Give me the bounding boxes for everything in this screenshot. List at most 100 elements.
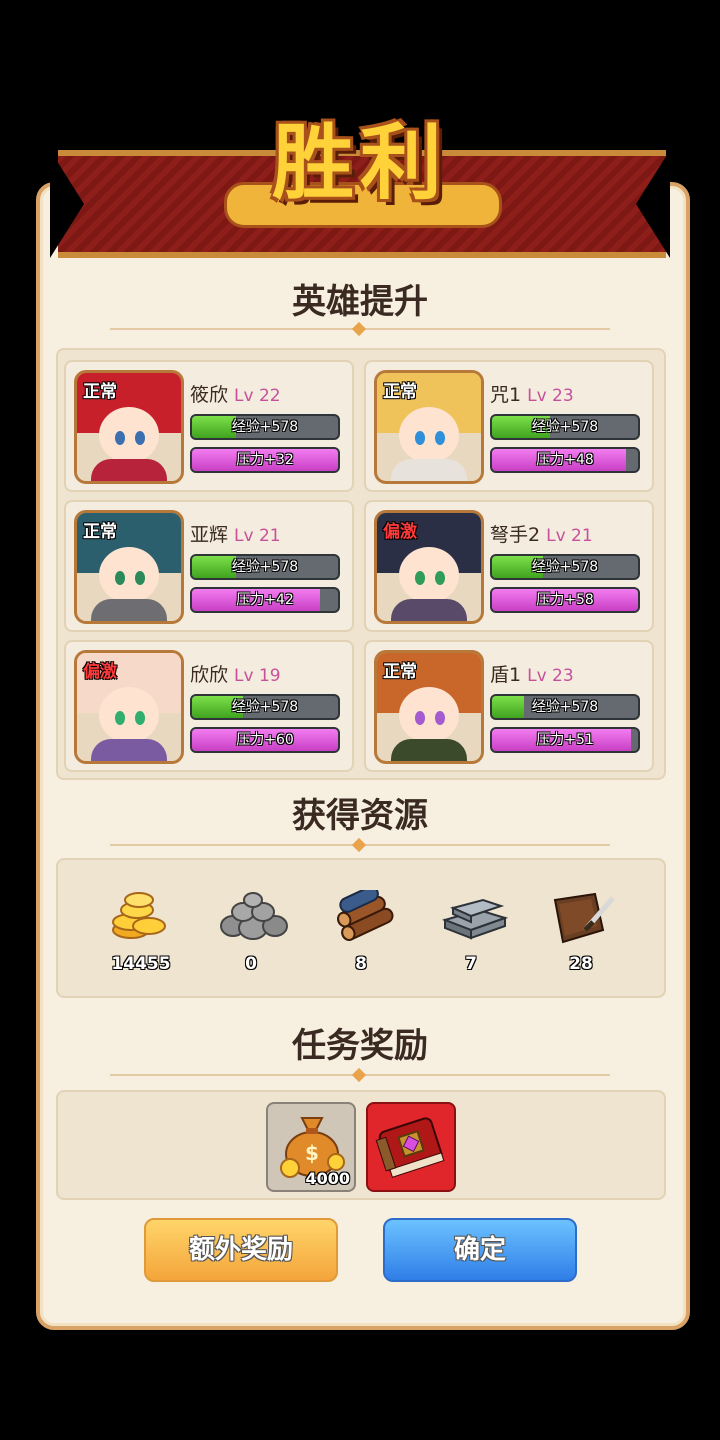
wood-icon — [329, 885, 394, 944]
hero-body — [391, 459, 467, 481]
red-book-icon — [374, 1110, 448, 1188]
hero-name: 欣欣 — [190, 664, 229, 686]
exp-bar: 经验+578 — [190, 414, 340, 440]
hero-name: 弩手2 — [490, 524, 541, 546]
reward-red-book[interactable] — [366, 1102, 456, 1192]
resource-stone: 0 — [196, 890, 306, 974]
resource-leather: 28 — [526, 890, 636, 974]
hero-list-box: 正常 筱欣 Lv 22 经验+578 压力+32 正常 咒1 Lv 23 经验+… — [56, 348, 666, 780]
hero-face — [99, 547, 159, 603]
hero-status-tag: 偏激 — [83, 662, 117, 682]
exp-bar-label: 经验+578 — [231, 419, 299, 435]
exp-bar-label: 经验+578 — [231, 559, 299, 575]
stress-bar: 压力+60 — [190, 727, 340, 753]
resources-box: 14455 0 8 7 28 — [56, 858, 666, 998]
hero-card[interactable]: 正常 筱欣 Lv 22 经验+578 压力+32 — [64, 360, 354, 492]
resource-wood: 8 — [306, 885, 416, 974]
hero-status-tag: 正常 — [83, 522, 117, 542]
iron-ingot-icon — [439, 890, 509, 944]
hero-name-line: 欣欣 Lv 19 — [190, 660, 281, 687]
hero-name: 咒1 — [490, 384, 522, 406]
stone-icon — [219, 890, 288, 944]
quest-rewards-box: $ 4000 — [56, 1090, 666, 1200]
section-title-quest-rewards: 任务奖励 — [292, 1026, 428, 1066]
stress-bar-label: 压力+60 — [236, 732, 294, 748]
hero-body — [391, 739, 467, 761]
exp-bar: 经验+578 — [490, 694, 640, 720]
hero-card[interactable]: 正常 亚辉 Lv 21 经验+578 压力+42 — [64, 500, 354, 632]
hero-eye — [415, 711, 425, 725]
exp-bar-label: 经验+578 — [531, 559, 599, 575]
svg-text:$: $ — [305, 1141, 319, 1165]
hero-name: 盾1 — [490, 664, 522, 686]
hero-eye — [415, 431, 425, 445]
hero-face — [399, 547, 459, 603]
hero-eye — [135, 711, 145, 725]
hero-level: Lv 23 — [527, 386, 574, 406]
stress-bar-label: 压力+51 — [536, 732, 594, 748]
hero-status-tag: 正常 — [83, 382, 117, 402]
hero-level: Lv 23 — [527, 666, 574, 686]
resource-value: 14455 — [111, 954, 171, 974]
exp-bar-label: 经验+578 — [231, 699, 299, 715]
hero-card[interactable]: 正常 咒1 Lv 23 经验+578 压力+48 — [364, 360, 654, 492]
victory-title: 胜利 — [271, 115, 448, 211]
hero-face — [99, 687, 159, 743]
reward-money-bag[interactable]: $ 4000 — [266, 1102, 356, 1192]
hero-eye — [435, 571, 445, 585]
hero-face — [99, 407, 159, 463]
hero-body — [91, 459, 167, 481]
hero-eye — [435, 431, 445, 445]
hero-eye — [115, 711, 125, 725]
resource-iron: 7 — [416, 890, 526, 974]
stress-bar-label: 压力+48 — [536, 452, 594, 468]
hero-card[interactable]: 偏激 欣欣 Lv 19 经验+578 压力+60 — [64, 640, 354, 772]
ribbon-tail-right — [636, 150, 670, 258]
hero-card[interactable]: 正常 盾1 Lv 23 经验+578 压力+51 — [364, 640, 654, 772]
hero-eye — [435, 711, 445, 725]
hero-level: Lv 22 — [234, 386, 281, 406]
hero-name-line: 弩手2 Lv 21 — [490, 520, 593, 547]
hero-portrait[interactable]: 正常 — [374, 650, 484, 764]
exp-bar-label: 经验+578 — [531, 699, 599, 715]
hero-portrait[interactable]: 正常 — [74, 510, 184, 624]
resource-value: 7 — [465, 954, 477, 974]
exp-bar: 经验+578 — [190, 694, 340, 720]
hero-eye — [415, 571, 425, 585]
stress-bar-label: 压力+58 — [536, 592, 594, 608]
hero-name-line: 盾1 Lv 23 — [490, 660, 574, 687]
hero-eye — [135, 431, 145, 445]
confirm-button[interactable]: 确定 — [383, 1218, 577, 1282]
hero-level: Lv 21 — [546, 526, 593, 546]
exp-bar: 经验+578 — [490, 554, 640, 580]
stress-bar: 压力+48 — [490, 447, 640, 473]
hero-body — [91, 739, 167, 761]
resource-value: 8 — [355, 954, 367, 974]
exp-bar: 经验+578 — [190, 554, 340, 580]
hero-level: Lv 21 — [234, 526, 281, 546]
exp-bar: 经验+578 — [490, 414, 640, 440]
stress-bar: 压力+51 — [490, 727, 640, 753]
section-title-hero-upgrade: 英雄提升 — [292, 282, 428, 322]
hero-portrait[interactable]: 正常 — [74, 370, 184, 484]
hero-card[interactable]: 偏激 弩手2 Lv 21 经验+578 压力+58 — [364, 500, 654, 632]
hero-name-line: 咒1 Lv 23 — [490, 380, 574, 407]
hero-face — [399, 687, 459, 743]
hero-face — [399, 407, 459, 463]
extra-reward-button[interactable]: 额外奖励 — [144, 1218, 338, 1282]
hero-name: 亚辉 — [190, 524, 229, 546]
ribbon-tail-left — [50, 150, 84, 258]
exp-bar-label: 经验+578 — [531, 419, 599, 435]
stress-bar: 压力+32 — [190, 447, 340, 473]
hero-status-tag: 正常 — [383, 382, 417, 402]
leather-icon — [549, 890, 615, 944]
stress-bar-label: 压力+42 — [236, 592, 294, 608]
hero-name: 筱欣 — [190, 384, 229, 406]
hero-portrait[interactable]: 偏激 — [374, 510, 484, 624]
stress-bar: 压力+58 — [490, 587, 640, 613]
hero-portrait[interactable]: 偏激 — [74, 650, 184, 764]
hero-eye — [135, 571, 145, 585]
hero-portrait[interactable]: 正常 — [374, 370, 484, 484]
hero-status-tag: 偏激 — [383, 522, 417, 542]
gold-coins-icon — [109, 890, 173, 944]
